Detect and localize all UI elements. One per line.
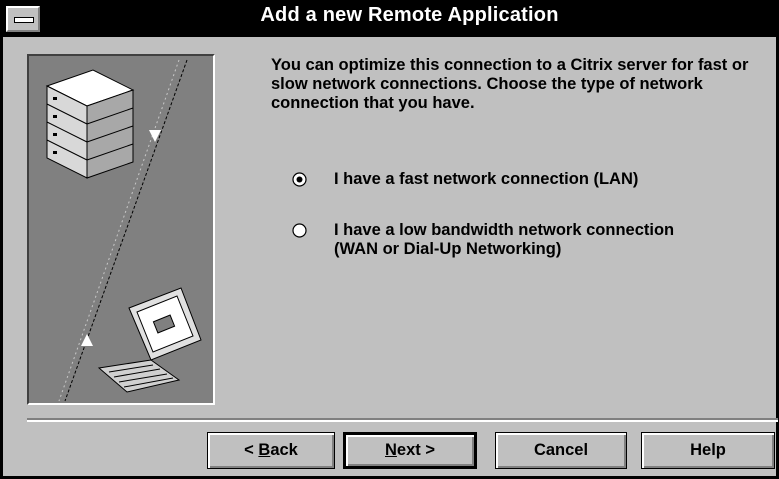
back-button-prefix: <: [244, 441, 259, 459]
title-bar[interactable]: Add a new Remote Application: [3, 0, 776, 37]
dialog-window: Add a new Remote Application You can opt…: [0, 0, 779, 479]
option-wan-label-line1: I have a low bandwidth network connectio…: [334, 221, 675, 239]
laptop-icon: [97, 287, 202, 393]
option-lan-label: I have a fast network connection (LAN): [334, 170, 639, 188]
window-title: Add a new Remote Application: [260, 4, 559, 26]
system-menu-button[interactable]: [6, 6, 40, 32]
option-wan-label: I have a low bandwidth network connectio…: [334, 221, 674, 259]
back-button[interactable]: < Back: [207, 432, 335, 469]
option-wan[interactable]: I have a low bandwidth network connectio…: [292, 221, 674, 259]
back-button-mnemonic: B: [258, 441, 271, 459]
network-illustration: [27, 54, 215, 405]
option-lan[interactable]: I have a fast network connection (LAN): [292, 170, 638, 189]
radio-unselected-icon[interactable]: [292, 223, 307, 238]
button-divider: [27, 418, 778, 422]
radio-selected-icon[interactable]: [292, 172, 307, 187]
help-button[interactable]: Help: [641, 432, 775, 469]
next-button-rest: ext >: [396, 441, 435, 459]
server-stack-icon: [45, 69, 135, 179]
option-wan-label-line2: (WAN or Dial-Up Networking): [334, 240, 562, 258]
server-laptop-illustration-icon: [45, 59, 202, 402]
back-button-rest: ack: [270, 441, 298, 459]
next-button-mnemonic: N: [385, 441, 397, 459]
cancel-button[interactable]: Cancel: [495, 432, 627, 469]
system-menu-icon: [14, 17, 34, 23]
description-text: You can optimize this connection to a Ci…: [271, 56, 749, 112]
next-button[interactable]: Next >: [343, 432, 477, 469]
